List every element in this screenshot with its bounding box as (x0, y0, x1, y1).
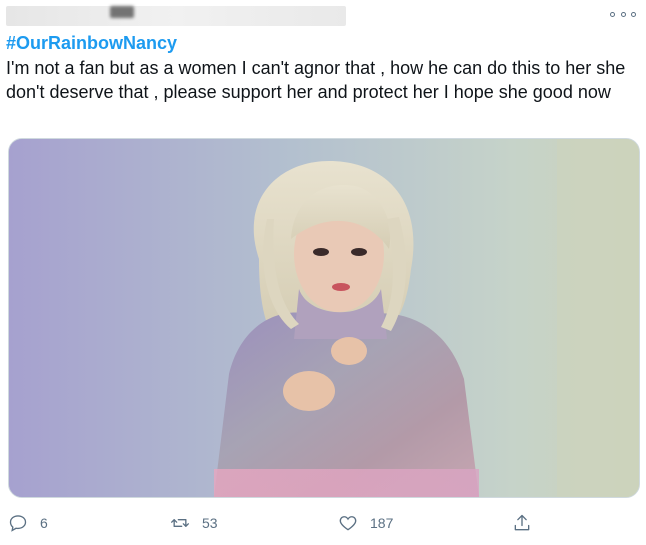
photo-illustration (9, 139, 639, 497)
like-count: 187 (370, 515, 394, 531)
retweet-icon (171, 519, 189, 527)
reply-button[interactable]: 6 (8, 506, 48, 540)
retweet-button[interactable]: 53 (170, 506, 218, 540)
tweet-text: I'm not a fan but as a women I can't agn… (6, 58, 626, 102)
reply-count: 6 (40, 515, 48, 531)
like-button[interactable]: 187 (338, 506, 393, 540)
share-icon (514, 514, 530, 531)
more-options-button[interactable] (610, 7, 636, 21)
tweet-actions: 6 53 187 (0, 506, 646, 540)
more-dot-icon (620, 11, 626, 17)
redacted-mark (110, 6, 134, 18)
reply-icon (9, 515, 27, 532)
hashtag-link[interactable]: #OurRainbowNancy (6, 32, 177, 54)
tweet-photo[interactable] (8, 138, 640, 498)
more-dot-icon (610, 11, 615, 17)
author-header-redacted (6, 6, 346, 26)
more-dot-icon (631, 11, 636, 17)
like-icon (339, 516, 357, 531)
share-button[interactable] (512, 506, 532, 540)
retweet-count: 53 (202, 515, 218, 531)
